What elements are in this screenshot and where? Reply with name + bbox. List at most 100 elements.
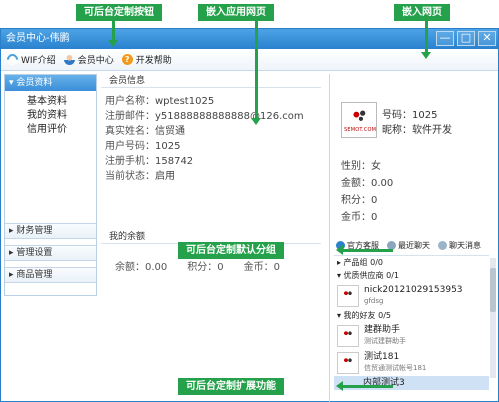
sidebar-header-member-profile[interactable]: ▾ 会员资料 xyxy=(5,75,96,91)
tab-label: 最近聊天 xyxy=(398,240,430,250)
screenshot-stage: 会员中心-伟鹏 — □ ✕ WIF介绍 会员中心 ? 开发帮助 ▾ 会员资料 基… xyxy=(0,0,499,402)
toolbar-dev-help[interactable]: ? 开发帮助 xyxy=(121,53,172,66)
annotation-embed-web: 嵌入网页 xyxy=(394,4,450,21)
group-products[interactable]: ▸ 产品组 0/0 xyxy=(334,256,489,269)
window-title: 会员中心-伟鹏 xyxy=(6,33,70,44)
logo-text: SEMOT.COM xyxy=(344,127,377,133)
member-info-row: 注册手机：158742 xyxy=(105,154,327,169)
profile-points: 积分：0 xyxy=(341,195,378,206)
message-icon xyxy=(438,240,447,250)
info-value: 158742 xyxy=(155,156,194,167)
info-key: 注册手机： xyxy=(105,156,155,167)
contact-signature: 信贸通测试帐号181 xyxy=(364,364,427,372)
annotation-arrow xyxy=(421,21,431,59)
group-my-friends[interactable]: ▾ 我的好友 0/5 xyxy=(334,309,489,322)
embedded-web-panel: SEMOT.COM 号码：1025 昵称：软件开发 性别：女 金额：0.00 积… xyxy=(334,74,497,402)
profile-stats: 性别：女 金额：0.00 积分：0 金币：0 xyxy=(341,158,393,226)
tab-chat-messages[interactable]: 聊天消息 xyxy=(438,240,481,251)
list-item[interactable]: nick20121029153953 gfdsg xyxy=(334,282,489,309)
sidebar-group-label: 财务管理 xyxy=(16,226,53,236)
profile-nickname: 昵称：软件开发 xyxy=(382,125,452,136)
sidebar-subitems: 基本资料 我的资料 信用评价 xyxy=(5,91,96,137)
sidebar-group-settings[interactable]: ▸ 管理设置 xyxy=(5,245,96,261)
info-value: 1025 xyxy=(155,141,181,152)
balance-coins: 金币：0 xyxy=(243,262,281,273)
annotation-default-group: 可后台定制默认分组 xyxy=(178,242,284,259)
avatar xyxy=(337,284,359,307)
member-info-row: 注册邮件：y51888888888888@126.com xyxy=(105,109,327,124)
contact-list: ▸ 产品组 0/0 ▾ 优质供应商 0/1 nick20121029153953… xyxy=(334,255,489,390)
scrollbar-thumb[interactable] xyxy=(490,268,496,312)
sidebar-group-finance[interactable]: ▸ 财务管理 xyxy=(5,223,96,239)
sidebar-group-label: 商品管理 xyxy=(16,270,53,280)
info-key: 当前状态： xyxy=(105,171,155,182)
minimize-button[interactable]: — xyxy=(436,31,454,46)
annotation-extend-function: 可后台定制扩展功能 xyxy=(178,378,284,395)
profile-amount: 金额：0.00 xyxy=(341,178,394,189)
member-info-row: 真实姓名：信贸通 xyxy=(105,124,327,139)
sidebar-item-credit-rating[interactable]: 信用评价 xyxy=(27,123,96,137)
toolbar-member-center[interactable]: 会员中心 xyxy=(63,53,114,66)
balance-amount: 余额：0.00 xyxy=(115,262,168,273)
profile-summary: 号码：1025 昵称：软件开发 xyxy=(382,108,452,138)
member-info-title: 会员信息 xyxy=(101,74,321,88)
profile-gender: 性别：女 xyxy=(341,161,381,172)
info-key: 注册邮件： xyxy=(105,111,155,122)
tab-recent-chat[interactable]: 最近聊天 xyxy=(387,240,430,251)
member-info-list: 用户名称：wptest1025 注册邮件：y51888888888888@126… xyxy=(101,88,327,184)
sidebar: ▾ 会员资料 基本资料 我的资料 信用评价 ▸ 财务管理 ▸ 管理设置 ▸ 商品… xyxy=(4,74,97,296)
contact-scrollbar[interactable] xyxy=(490,258,496,378)
help-icon: ? xyxy=(121,54,133,65)
annotation-arrow xyxy=(108,21,118,47)
profile-coins: 金币：0 xyxy=(341,212,378,223)
user-icon xyxy=(63,54,75,65)
pane-divider[interactable] xyxy=(329,74,330,402)
sidebar-item-basic-profile[interactable]: 基本资料 xyxy=(27,95,96,109)
contact-signature: 测试建群助手 xyxy=(364,337,406,345)
sidebar-group-label: 管理设置 xyxy=(16,248,53,258)
close-button[interactable]: ✕ xyxy=(478,31,496,46)
list-item[interactable]: 建群助手测试建群助手 xyxy=(334,322,489,349)
tab-label: 聊天消息 xyxy=(449,240,481,250)
avatar xyxy=(337,351,359,374)
contact-signature: gfdsg xyxy=(364,297,384,305)
member-info-row: 当前状态：启用 xyxy=(105,169,327,184)
profile-logo: SEMOT.COM xyxy=(341,102,377,138)
group-quality-suppliers[interactable]: ▾ 优质供应商 0/1 xyxy=(334,269,489,282)
sidebar-header-label: 会员资料 xyxy=(16,78,53,88)
info-value: y51888888888888@126.com xyxy=(155,111,304,122)
maximize-button[interactable]: □ xyxy=(457,31,475,46)
annotation-custom-buttons: 可后台定制按钮 xyxy=(76,4,162,21)
member-center-window: 会员中心-伟鹏 — □ ✕ WIF介绍 会员中心 ? 开发帮助 ▾ 会员资料 基… xyxy=(0,28,499,402)
contact-name: nick20121029153953 xyxy=(364,285,463,295)
toolbar-wifi-intro[interactable]: WIF介绍 xyxy=(4,51,56,68)
info-key: 真实姓名： xyxy=(105,126,155,137)
profile-id: 号码：1025 xyxy=(382,110,438,121)
member-info-row: 用户号码：1025 xyxy=(105,139,327,154)
logo-mark-icon xyxy=(343,329,353,338)
contact-name: 测试181 xyxy=(364,352,400,362)
sidebar-group-products[interactable]: ▸ 商品管理 xyxy=(5,267,96,283)
avatar xyxy=(337,324,359,347)
annotation-arrow xyxy=(336,381,393,391)
list-item[interactable]: 测试181 信贸通测试帐号181 xyxy=(334,349,489,376)
logo-mark-icon xyxy=(343,356,353,365)
sidebar-item-my-profile[interactable]: 我的资料 xyxy=(27,109,96,123)
embedded-app-page: 会员信息 用户名称：wptest1025 注册邮件：y5188888888888… xyxy=(101,74,327,402)
wifi-icon xyxy=(4,51,21,68)
logo-mark-icon xyxy=(343,289,353,298)
window-titlebar: 会员中心-伟鹏 — □ ✕ xyxy=(1,29,498,49)
info-value: 信贸通 xyxy=(155,126,185,137)
toolbar-label: WIF介绍 xyxy=(21,56,56,66)
annotation-arrow xyxy=(251,21,261,125)
contact-name: 建群助手 xyxy=(364,325,401,335)
toolbar-label: 会员中心 xyxy=(77,56,114,66)
annotation-arrow xyxy=(336,245,393,255)
info-key: 用户名称： xyxy=(105,96,155,107)
balance-points: 积分：0 xyxy=(187,262,224,273)
toolbar-label: 开发帮助 xyxy=(135,56,172,66)
info-key: 用户号码： xyxy=(105,141,155,152)
info-value: 启用 xyxy=(155,171,175,182)
annotation-embed-app: 嵌入应用网页 xyxy=(198,4,274,21)
info-value: wptest1025 xyxy=(155,96,215,107)
